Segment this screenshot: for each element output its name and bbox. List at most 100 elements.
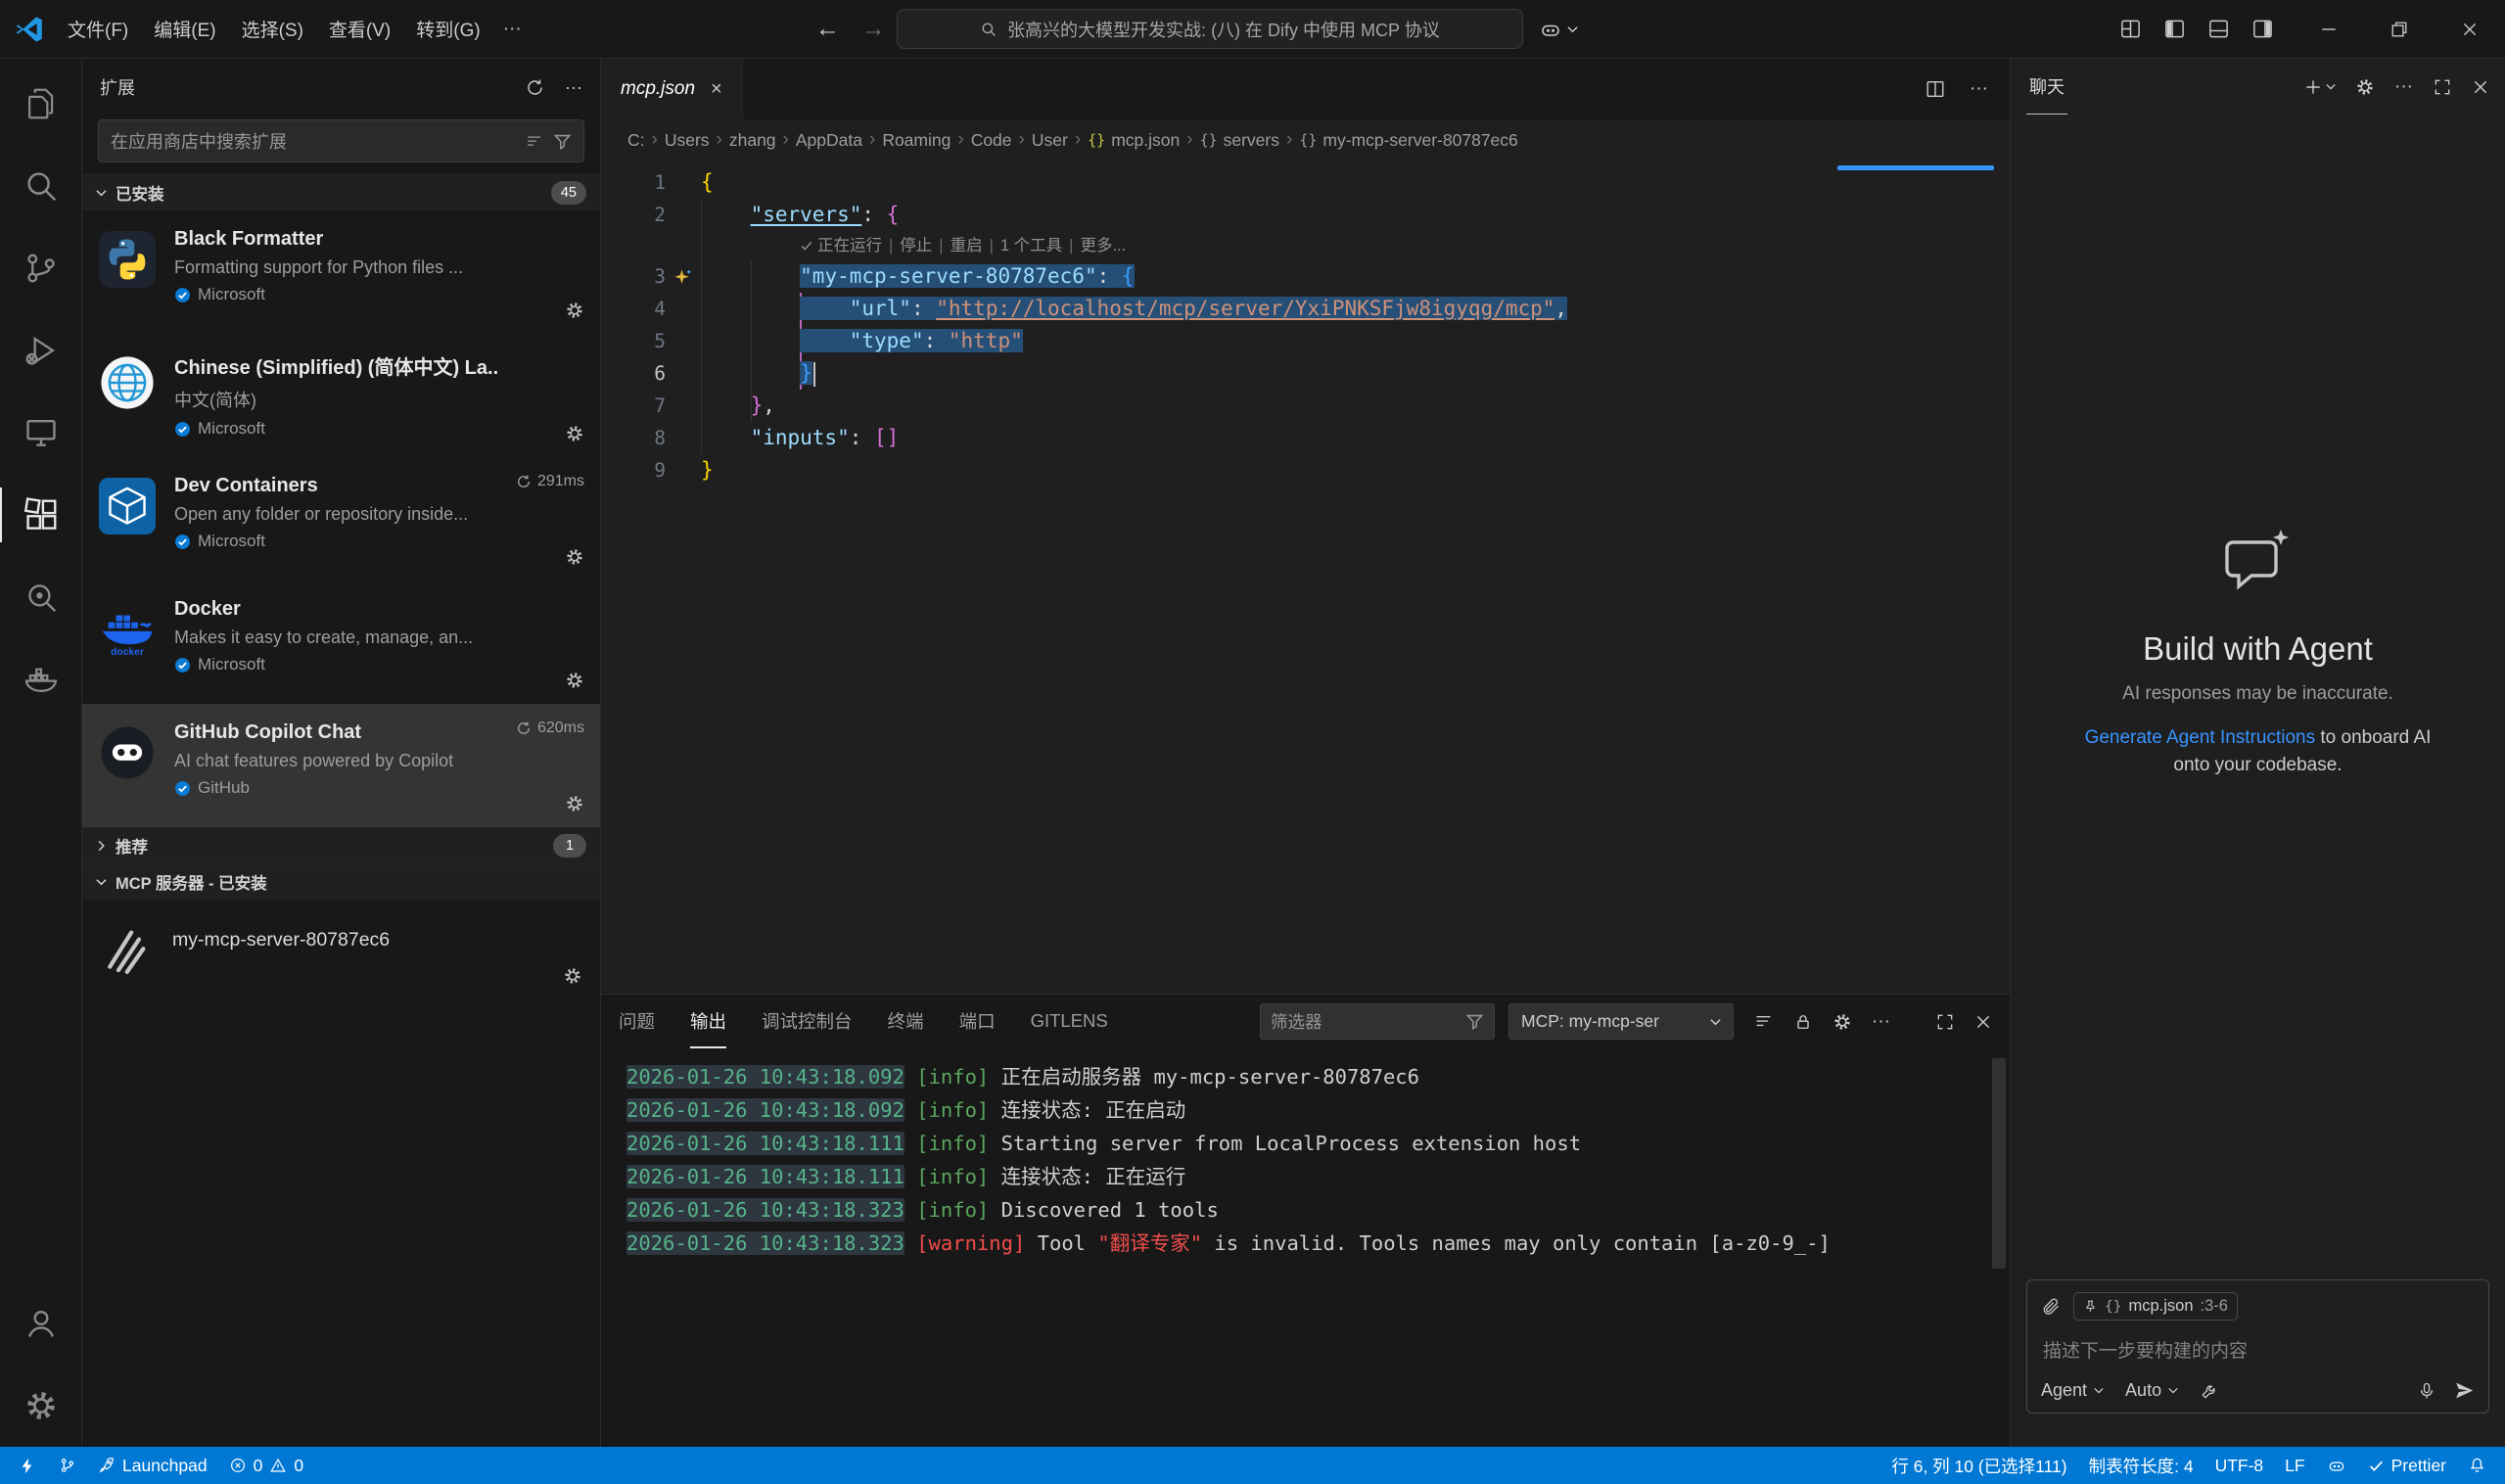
- formatter-item[interactable]: Prettier: [2357, 1447, 2457, 1484]
- extension-settings-gear[interactable]: [565, 301, 584, 320]
- extension-item[interactable]: Chinese (Simplified) (简体中文) La...中文(简体)M…: [82, 334, 600, 457]
- context-pill[interactable]: {} mcp.json:3-6: [2073, 1292, 2238, 1321]
- panel-scrollbar[interactable]: [1992, 1058, 2006, 1269]
- account-icon[interactable]: [0, 1282, 82, 1365]
- codelens-action[interactable]: 更多...: [1078, 231, 1128, 260]
- source-control-icon[interactable]: [0, 227, 82, 309]
- send-icon[interactable]: [2454, 1380, 2475, 1401]
- filter-funnel-icon[interactable]: [553, 132, 572, 151]
- menu-item[interactable]: 转到(G): [403, 9, 492, 49]
- toggle-panel-icon[interactable]: [2207, 18, 2230, 40]
- docker-icon[interactable]: [0, 638, 82, 720]
- breadcrumb-item[interactable]: User: [1027, 130, 1073, 151]
- output-channel-select[interactable]: MCP: my-mcp-ser: [1508, 1003, 1734, 1040]
- generate-instructions-link[interactable]: Generate Agent Instructions: [2085, 727, 2316, 748]
- indentation[interactable]: 制表符长度: 4: [2078, 1447, 2204, 1484]
- extension-settings-gear[interactable]: [565, 671, 584, 690]
- panel-tab[interactable]: 调试控制台: [762, 995, 853, 1048]
- command-center[interactable]: 张高兴的大模型开发实战: (八) 在 Dify 中使用 MCP 协议: [897, 9, 1523, 49]
- mic-icon[interactable]: [2417, 1381, 2436, 1401]
- explorer-icon[interactable]: [0, 63, 82, 145]
- tab-mcp-json[interactable]: mcp.json ×: [601, 59, 743, 119]
- tools-icon[interactable]: [2200, 1381, 2219, 1401]
- code-line[interactable]: 2 "servers": {: [601, 199, 2010, 231]
- copilot-status-icon[interactable]: [2316, 1447, 2357, 1484]
- section-mcp-servers[interactable]: MCP 服务器 - 已安装: [82, 863, 600, 900]
- extensions-icon[interactable]: [0, 474, 82, 556]
- mcp-server-item[interactable]: my-mcp-server-80787ec6: [82, 900, 600, 1001]
- output-filter-input[interactable]: 筛选器: [1260, 1003, 1495, 1040]
- codelens-action[interactable]: 1 个工具: [998, 231, 1064, 260]
- breadcrumb-item[interactable]: Roaming: [877, 130, 955, 151]
- codelens-action[interactable]: 正在运行: [815, 231, 884, 260]
- breadcrumb-item[interactable]: AppData: [791, 130, 867, 151]
- branch-icon[interactable]: [48, 1447, 87, 1484]
- menu-item[interactable]: 选择(S): [229, 9, 316, 49]
- extension-settings-gear[interactable]: [565, 547, 584, 567]
- menubar-more-icon[interactable]: ···: [493, 12, 532, 47]
- menu-item[interactable]: 编辑(E): [141, 9, 228, 49]
- code-line[interactable]: 9}: [601, 454, 2010, 487]
- extension-item[interactable]: Black FormatterFormatting support for Py…: [82, 210, 600, 334]
- attach-context-icon[interactable]: [2041, 1296, 2062, 1317]
- back-button[interactable]: ←: [805, 15, 851, 43]
- close-panel-icon[interactable]: [1974, 1013, 1992, 1031]
- code-editor[interactable]: 1{2 "servers": {正在运行|停止|重启|1 个工具|更多...3 …: [601, 161, 2010, 994]
- code-line[interactable]: 1{: [601, 166, 2010, 199]
- breadcrumb-item[interactable]: {}servers: [1195, 130, 1284, 151]
- chat-mode-picker[interactable]: Agent: [2041, 1380, 2104, 1401]
- codelens-action[interactable]: 停止: [898, 231, 934, 260]
- filter-funnel-icon[interactable]: [1465, 1012, 1484, 1031]
- editor-more-actions-icon[interactable]: ···: [1970, 78, 1988, 100]
- extension-item[interactable]: GitHub Copilot ChatAI chat features powe…: [82, 704, 600, 827]
- output-settings-gear[interactable]: [1832, 1012, 1852, 1032]
- menu-item[interactable]: 查看(V): [316, 9, 403, 49]
- breadcrumb-item[interactable]: {}mcp.json: [1083, 130, 1184, 151]
- run-and-debug-icon[interactable]: [0, 309, 82, 392]
- code-line[interactable]: 5 "type": "http": [601, 325, 2010, 357]
- word-wrap-icon[interactable]: [1753, 1011, 1774, 1032]
- encoding[interactable]: UTF-8: [2204, 1447, 2275, 1484]
- extension-settings-gear[interactable]: [565, 794, 584, 813]
- close-tab-icon[interactable]: ×: [711, 78, 722, 101]
- cursor-position[interactable]: 行 6, 列 10 (已选择111): [1880, 1447, 2077, 1484]
- mcp-server-gear[interactable]: [563, 966, 582, 986]
- model-picker[interactable]: Auto: [2125, 1380, 2178, 1401]
- panel-tab[interactable]: 端口: [959, 995, 996, 1048]
- extension-item[interactable]: dockerDockerMakes it easy to create, man…: [82, 580, 600, 704]
- extension-item[interactable]: Dev ContainersOpen any folder or reposit…: [82, 457, 600, 580]
- split-editor-icon[interactable]: [1925, 78, 1946, 100]
- panel-tab[interactable]: GITLENS: [1031, 995, 1108, 1048]
- remote-explorer-icon[interactable]: [0, 392, 82, 474]
- eol[interactable]: LF: [2274, 1447, 2315, 1484]
- code-line[interactable]: 4 "url": "http://localhost/mcp/server/Yx…: [601, 293, 2010, 325]
- code-line[interactable]: 6 }: [601, 357, 2010, 390]
- panel-more-icon[interactable]: ···: [1872, 1011, 1890, 1033]
- breadcrumb-item[interactable]: C:: [623, 130, 650, 151]
- panel-tab[interactable]: 输出: [690, 995, 726, 1048]
- remote-indicator-icon[interactable]: [8, 1447, 48, 1484]
- breadcrumb-item[interactable]: zhang: [724, 130, 781, 151]
- codelens-action[interactable]: 重启: [949, 231, 985, 260]
- code-line[interactable]: 7 },: [601, 390, 2010, 422]
- extension-settings-gear[interactable]: [565, 424, 584, 443]
- minimize-button[interactable]: [2294, 0, 2364, 59]
- breadcrumb-item[interactable]: Users: [660, 130, 715, 151]
- lock-icon[interactable]: [1793, 1012, 1813, 1032]
- forward-button[interactable]: →: [851, 15, 897, 43]
- search-view-icon[interactable]: [0, 145, 82, 227]
- maximize-panel-icon[interactable]: [1935, 1012, 1955, 1032]
- copilot-menu-button[interactable]: [1539, 18, 1578, 41]
- gitlens-icon[interactable]: [0, 556, 82, 638]
- menu-item[interactable]: 文件(F): [55, 9, 141, 49]
- close-window-button[interactable]: [2435, 0, 2505, 59]
- toggle-secondary-sidebar-icon[interactable]: [2251, 18, 2274, 40]
- refresh-icon[interactable]: [525, 77, 545, 98]
- section-recommended[interactable]: 推荐 1: [82, 827, 600, 863]
- section-installed[interactable]: 已安装 45: [82, 174, 600, 210]
- breadcrumb-item[interactable]: Code: [966, 130, 1017, 151]
- chat-input-box[interactable]: {} mcp.json:3-6 描述下一步要构建的内容 Agent Auto: [2026, 1279, 2489, 1414]
- panel-tab[interactable]: 问题: [619, 995, 655, 1048]
- restore-button[interactable]: [2364, 0, 2435, 59]
- toggle-primary-sidebar-icon[interactable]: [2163, 18, 2186, 40]
